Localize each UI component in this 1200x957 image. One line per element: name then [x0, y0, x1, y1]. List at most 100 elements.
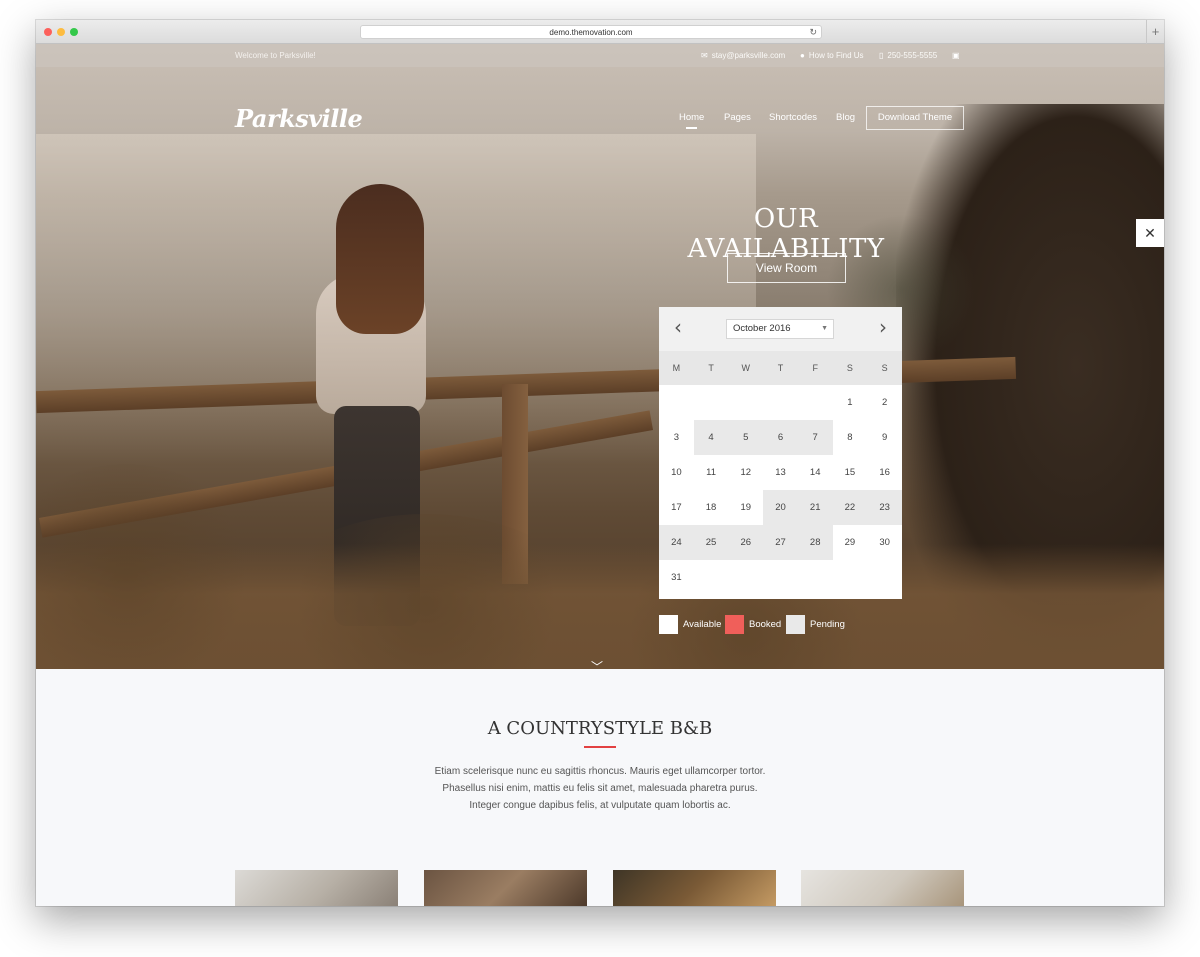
calendar-day-pending[interactable]: 24 — [659, 525, 694, 560]
calendar-day-available[interactable]: 15 — [832, 455, 868, 490]
calendar-empty-cell — [728, 385, 764, 420]
month-select[interactable]: October 2016 ▼ — [726, 319, 834, 339]
availability-calendar: ‹ October 2016 ▼ › MTWTFSS 1 2 3 4 5 6 7 8 9 10 11… — [659, 307, 902, 599]
browser-toolbar: demo.themovation.com ↻ + — [36, 20, 1164, 44]
calendar-day-available[interactable]: 18 — [693, 490, 729, 525]
calendar-empty-cell — [797, 385, 833, 420]
email-link[interactable]: ✉ stay@parksville.com — [701, 51, 785, 60]
envelope-icon: ✉ — [701, 51, 708, 60]
legend-available-label: Available — [683, 619, 722, 630]
legend-booked: Booked — [725, 615, 781, 634]
calendar-day-available[interactable]: 30 — [867, 525, 902, 560]
phone-text: 250-555-5555 — [887, 51, 938, 60]
minimize-window-button[interactable] — [57, 28, 65, 36]
calendar-empty-cell — [867, 560, 902, 595]
calendar-day-available[interactable]: 3 — [659, 420, 694, 455]
section-line: Integer congue dapibus felis, at vulputa… — [469, 800, 731, 811]
twitter-icon: ▣ — [952, 51, 960, 60]
contact-topbar: Welcome to Parksville! ✉ stay@parksville… — [36, 44, 1164, 67]
section-description: Etiam scelerisque nunc eu sagittis rhonc… — [36, 763, 1164, 814]
calendar-weekdays: MTWTFSS — [659, 351, 902, 385]
calendar-day-available[interactable]: 11 — [693, 455, 729, 490]
calendar-day-pending[interactable]: 20 — [763, 490, 798, 525]
close-window-button[interactable] — [44, 28, 52, 36]
calendar-day-pending[interactable]: 26 — [728, 525, 764, 560]
calendar-days: 1 2 3 4 5 6 7 8 9 10 11 12 13 14 15 16 17 18 19 20 21 22 23 24 2… — [659, 385, 902, 595]
calendar-day-pending[interactable]: 4 — [693, 420, 729, 455]
find-us-text: How to Find Us — [808, 51, 864, 60]
address-bar-url: demo.themovation.com — [549, 28, 633, 37]
legend-swatch-pending — [786, 615, 805, 634]
calendar-day-available[interactable]: 2 — [867, 385, 902, 420]
legend-available: Available — [659, 615, 721, 634]
weekday-label: F — [812, 363, 818, 373]
calendar-day-available[interactable]: 9 — [867, 420, 902, 455]
room-thumbnail[interactable] — [235, 870, 398, 906]
room-thumbnail[interactable] — [801, 870, 964, 906]
section-title: A COUNTRYSTYLE B&B — [487, 718, 713, 739]
weekday-label: S — [846, 363, 853, 373]
calendar-empty-cell — [728, 560, 764, 595]
calendar-day-available[interactable]: 13 — [763, 455, 798, 490]
calendar-day-pending[interactable]: 7 — [797, 420, 833, 455]
calendar-empty-cell — [659, 385, 694, 420]
calendar-day-pending[interactable]: 25 — [693, 525, 729, 560]
calendar-day-available[interactable]: 12 — [728, 455, 764, 490]
calendar-day-available[interactable]: 16 — [867, 455, 902, 490]
calendar-empty-cell — [693, 560, 729, 595]
room-thumbnail[interactable] — [613, 870, 776, 906]
chevron-down-icon[interactable]: ﹀ — [591, 658, 603, 669]
map-pin-icon: ● — [800, 51, 805, 60]
calendar-day-available[interactable]: 19 — [728, 490, 764, 525]
calendar-day-pending[interactable]: 27 — [763, 525, 798, 560]
calendar-day-available[interactable]: 10 — [659, 455, 694, 490]
calendar-day-pending[interactable]: 5 — [728, 420, 764, 455]
email-text: stay@parksville.com — [711, 51, 786, 60]
calendar-day-available[interactable]: 31 — [659, 560, 694, 595]
calendar-empty-cell — [797, 560, 833, 595]
site-logo[interactable]: Parksville — [235, 104, 363, 133]
phone-icon: ▯ — [879, 51, 884, 60]
nav-blog[interactable]: Blog — [836, 112, 855, 123]
calendar-day-available[interactable]: 14 — [797, 455, 833, 490]
legend-booked-label: Booked — [749, 619, 782, 630]
calendar-day-available[interactable]: 29 — [832, 525, 868, 560]
calendar-day-pending[interactable]: 22 — [832, 490, 868, 525]
download-theme-button[interactable]: Download Theme — [866, 106, 964, 130]
legend-pending: Pending — [786, 615, 845, 634]
view-room-button[interactable]: View Room — [727, 253, 846, 283]
calendar-day-pending[interactable]: 6 — [763, 420, 798, 455]
hero-section: Welcome to Parksville! ✉ stay@parksville… — [36, 44, 1164, 669]
reload-icon[interactable]: ↻ — [809, 26, 817, 39]
nav-shortcodes[interactable]: Shortcodes — [769, 112, 817, 123]
weekday-label: S — [881, 363, 888, 373]
weekday-label: T — [708, 363, 714, 373]
room-thumbnail[interactable] — [424, 870, 587, 906]
chevron-right-icon[interactable]: › — [872, 316, 894, 340]
nav-home[interactable]: Home — [679, 112, 704, 129]
new-tab-button[interactable]: + — [1146, 20, 1164, 44]
calendar-day-pending[interactable]: 23 — [867, 490, 902, 525]
address-bar[interactable]: demo.themovation.com ↻ — [360, 25, 822, 39]
browser-window: demo.themovation.com ↻ + Welcome to Park… — [36, 20, 1164, 906]
calendar-empty-cell — [763, 385, 798, 420]
calendar-day-available[interactable]: 1 — [832, 385, 868, 420]
calendar-empty-cell — [763, 560, 798, 595]
zoom-window-button[interactable] — [70, 28, 78, 36]
welcome-text: Welcome to Parksville! — [235, 51, 316, 60]
twitter-link[interactable]: ▣ — [952, 51, 960, 60]
calendar-empty-cell — [693, 385, 729, 420]
section-divider — [584, 746, 616, 748]
nav-pages[interactable]: Pages — [724, 112, 751, 123]
calendar-day-available[interactable]: 17 — [659, 490, 694, 525]
calendar-day-pending[interactable]: 28 — [797, 525, 833, 560]
calendar-day-pending[interactable]: 21 — [797, 490, 833, 525]
find-us-link[interactable]: ● How to Find Us — [800, 51, 864, 60]
phone-link[interactable]: ▯ 250-555-5555 — [879, 51, 937, 60]
calendar-header: ‹ October 2016 ▼ › — [659, 307, 902, 351]
legend-pending-label: Pending — [810, 619, 845, 630]
tools-icon[interactable]: ✕ — [1136, 219, 1164, 247]
section-line: Phasellus nisi enim, mattis eu felis sit… — [442, 783, 758, 794]
calendar-day-available[interactable]: 8 — [832, 420, 868, 455]
chevron-left-icon[interactable]: ‹ — [667, 316, 689, 340]
